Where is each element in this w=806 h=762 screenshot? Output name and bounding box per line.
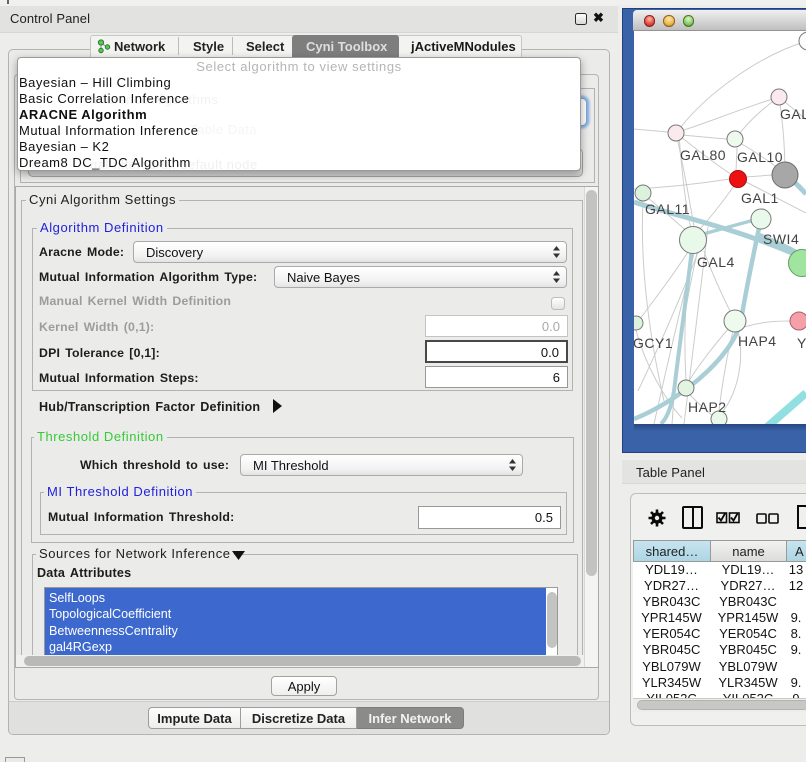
svg-text:HAP4: HAP4 [738, 333, 777, 349]
svg-text:GCY1: GCY1 [634, 335, 673, 351]
svg-text:GAL4: GAL4 [697, 254, 735, 270]
svg-text:GAL11: GAL11 [645, 201, 690, 217]
svg-text:SWI4: SWI4 [763, 231, 799, 247]
svg-text:HAP2: HAP2 [688, 399, 727, 415]
svg-text:GAL7: GAL7 [780, 106, 806, 122]
svg-text:GAL10: GAL10 [737, 149, 783, 165]
svg-text:GAL1: GAL1 [741, 190, 779, 206]
svg-text:YJ: YJ [797, 335, 806, 351]
svg-text:GAL80: GAL80 [680, 147, 726, 163]
